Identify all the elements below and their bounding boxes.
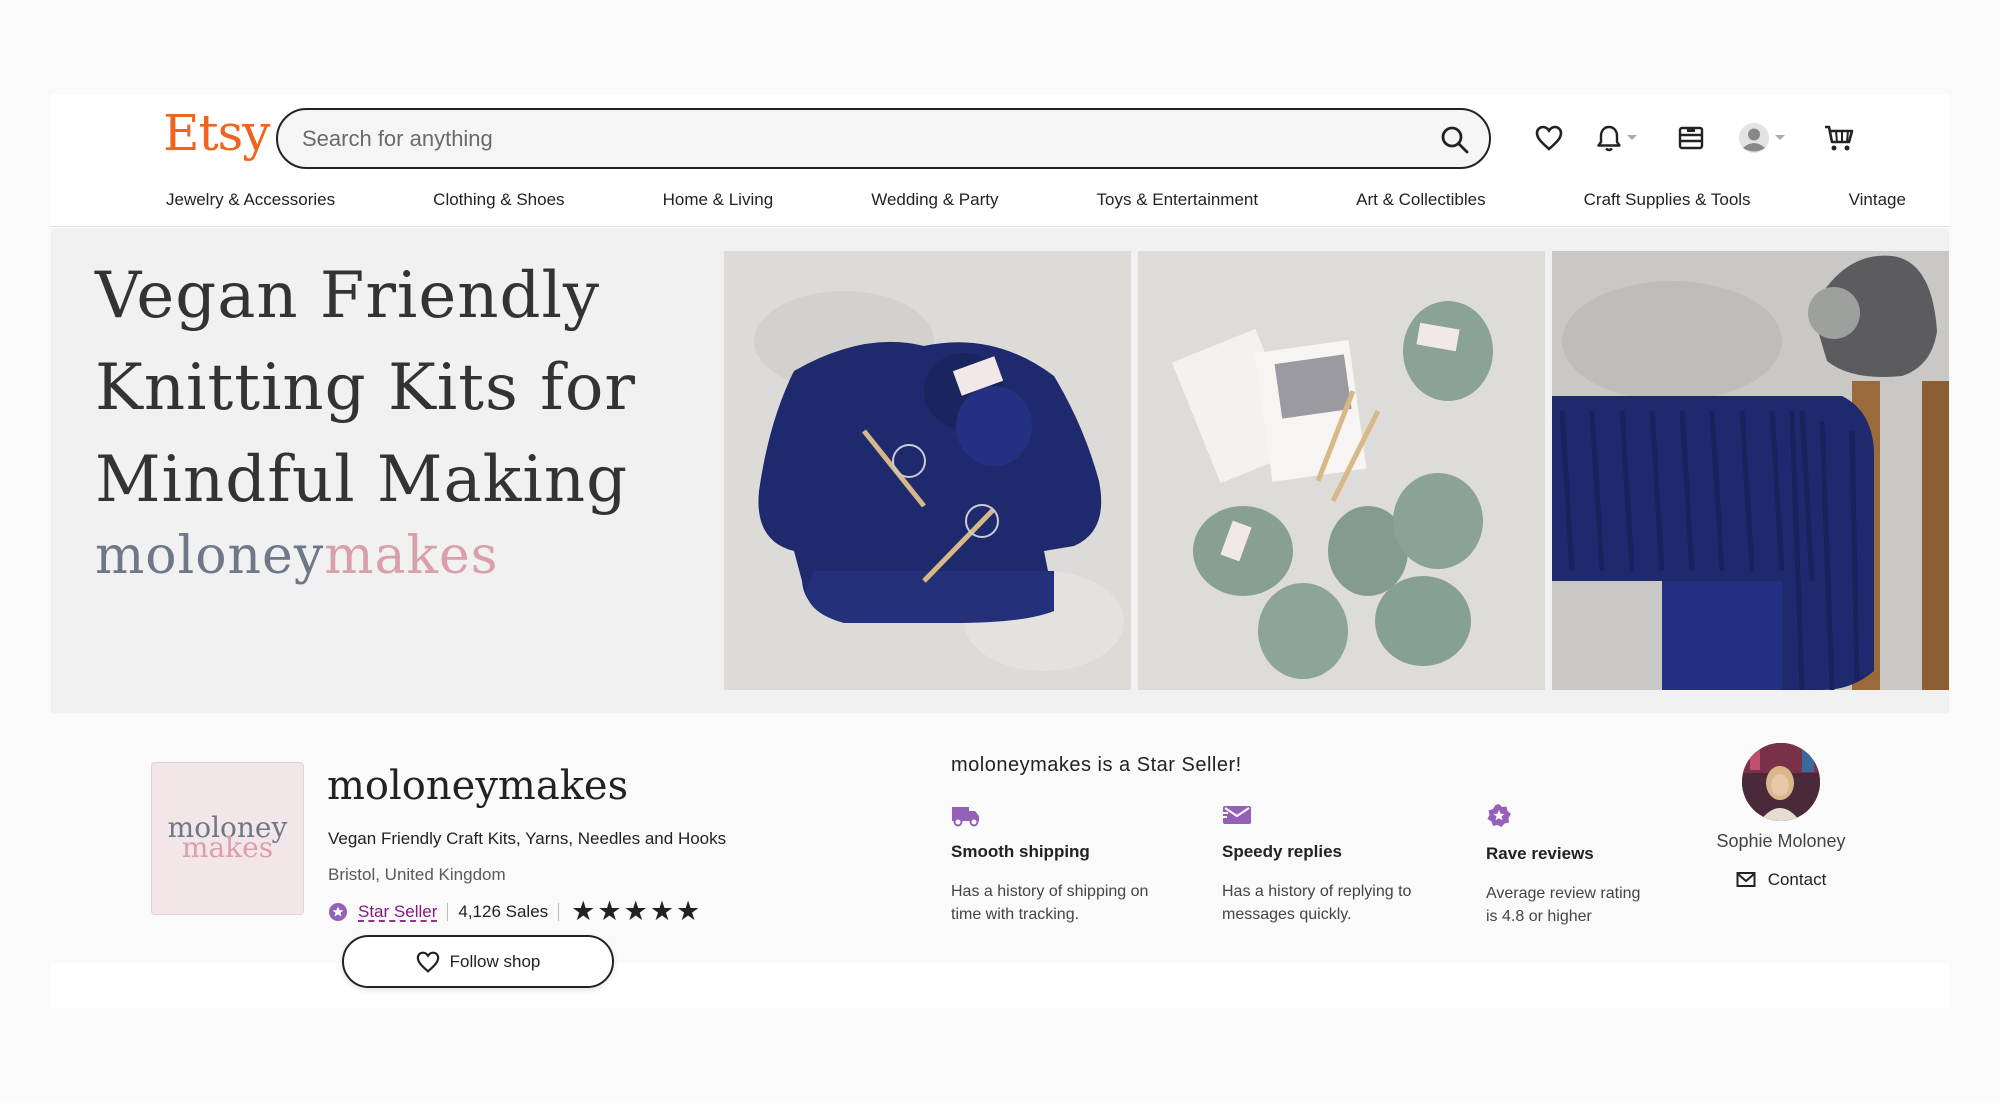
- perk-description-line: is 4.8 or higher: [1486, 908, 1592, 925]
- star-seller-badge-icon: [329, 902, 347, 921]
- star-seller-title: moloneymakes is a Star Seller!: [951, 754, 1242, 776]
- perk-title: Speedy replies: [1222, 842, 1343, 861]
- sales-count: 4,126 Sales: [458, 901, 549, 921]
- perk-title: Rave reviews: [1486, 844, 1594, 863]
- search-input[interactable]: [302, 122, 1402, 156]
- shop-logo-line: makes: [181, 831, 274, 864]
- shop-banner: Vegan Friendly Knitting Kits for Mindful…: [51, 228, 1949, 713]
- brand-part-makes: makes: [324, 526, 499, 586]
- follow-shop-label: Follow shop: [449, 951, 541, 971]
- perk-rave-reviews: Rave reviews Average review rating is 4.…: [1486, 803, 1726, 928]
- perk-description-line: time with tracking.: [951, 906, 1080, 923]
- truck-icon: [952, 807, 979, 827]
- brand-part-moloney: moloney: [95, 526, 325, 586]
- headline-line: Mindful Making: [95, 443, 629, 517]
- shop-meta-row: Star Seller 4,126 Sales ★ ★ ★ ★ ★: [328, 898, 702, 925]
- avatar[interactable]: [1742, 743, 1820, 821]
- follow-shop-button[interactable]: Follow shop: [342, 935, 614, 988]
- contact-button[interactable]: Contact: [1736, 870, 1827, 890]
- perk-description-line: Has a history of replying to: [1222, 883, 1412, 900]
- star-seller-link[interactable]: Star Seller: [358, 902, 437, 922]
- category-link[interactable]: Toys & Entertainment: [1097, 190, 1259, 210]
- cart-button[interactable]: [1819, 118, 1859, 158]
- account-icon: [1739, 123, 1769, 153]
- star-icon: ★: [649, 896, 675, 926]
- site-header: Etsy Search for anything Jewelry & Acces…: [51, 94, 1949, 227]
- shop-tagline: Vegan Friendly Craft Kits, Yarns, Needle…: [328, 829, 727, 848]
- banner-photo-scarf-hat: [1552, 251, 1949, 690]
- chevron-down-icon: [1627, 135, 1637, 140]
- shop-logo[interactable]: moloney makes: [151, 762, 304, 915]
- perk-description: Has a history of shipping on time with t…: [951, 880, 1191, 926]
- message-icon: [1222, 806, 1251, 824]
- perk-title: Smooth shipping: [951, 842, 1090, 861]
- banner-brand-wordmark: moloneymakes: [95, 526, 498, 586]
- category-link[interactable]: Home & Living: [663, 190, 774, 210]
- gift-shop-button[interactable]: [1671, 118, 1711, 158]
- gift-shop-icon: [1678, 126, 1704, 150]
- account-button[interactable]: [1734, 118, 1790, 158]
- banner-photo-sweater: [724, 251, 1131, 690]
- perk-description: Average review rating is 4.8 or higher: [1486, 882, 1726, 928]
- chevron-down-icon: [1775, 135, 1785, 140]
- heart-icon: [1535, 125, 1563, 151]
- category-link[interactable]: Clothing & Shoes: [433, 190, 564, 210]
- owner-name: Sophie Moloney: [1716, 831, 1846, 851]
- banner-photo-yarn-kit: [1138, 251, 1545, 690]
- headline-line: Vegan Friendly: [95, 259, 601, 333]
- heart-icon: [416, 951, 439, 973]
- envelope-icon: [1736, 872, 1756, 887]
- cart-icon: [1825, 125, 1854, 151]
- star-icon: ★: [597, 896, 622, 926]
- bell-icon: [1597, 125, 1621, 152]
- shop-name: moloneymakes: [327, 763, 629, 809]
- rating-stars[interactable]: ★ ★ ★ ★ ★: [571, 898, 702, 925]
- headline-line: Knitting Kits for: [95, 351, 636, 425]
- star-icon: ★: [623, 896, 648, 926]
- divider: [558, 902, 560, 921]
- star-badge-icon: [1487, 804, 1511, 827]
- divider: [447, 902, 449, 921]
- category-link[interactable]: Vintage: [1849, 190, 1906, 210]
- category-link[interactable]: Wedding & Party: [871, 190, 998, 210]
- shop-owner: Sophie Moloney Contact: [1711, 743, 1851, 894]
- perk-description-line: Has a history of shipping on: [951, 883, 1149, 900]
- banner-headline: Vegan Friendly Knitting Kits for Mindful…: [95, 250, 715, 526]
- contact-label: Contact: [1767, 870, 1827, 889]
- shop-info-section: moloney makes moloneymakes Vegan Friendl…: [51, 713, 1949, 988]
- search-icon: [1441, 126, 1469, 154]
- perk-description-line: messages quickly.: [1222, 906, 1352, 923]
- perk-speedy-replies: Speedy replies Has a history of replying…: [1222, 803, 1462, 926]
- category-link[interactable]: Jewelry & Accessories: [166, 190, 335, 210]
- perk-description: Has a history of replying to messages qu…: [1222, 880, 1462, 926]
- favorites-button[interactable]: [1529, 118, 1569, 158]
- category-link[interactable]: Craft Supplies & Tools: [1584, 190, 1751, 210]
- perk-description-line: Average review rating: [1486, 885, 1641, 902]
- etsy-logo[interactable]: Etsy: [163, 104, 270, 162]
- category-nav: Jewelry & Accessories Clothing & Shoes H…: [166, 190, 1906, 210]
- notifications-button[interactable]: [1589, 118, 1645, 158]
- star-icon: ★: [676, 896, 701, 926]
- search-bar: [276, 108, 1491, 169]
- page-frame: Etsy Search for anything Jewelry & Acces…: [51, 94, 1949, 1008]
- shop-location: Bristol, United Kingdom: [328, 865, 506, 884]
- star-icon: ★: [571, 896, 596, 926]
- search-button[interactable]: [1437, 122, 1473, 158]
- perk-smooth-shipping: Smooth shipping Has a history of shippin…: [951, 803, 1191, 926]
- category-link[interactable]: Art & Collectibles: [1356, 190, 1485, 210]
